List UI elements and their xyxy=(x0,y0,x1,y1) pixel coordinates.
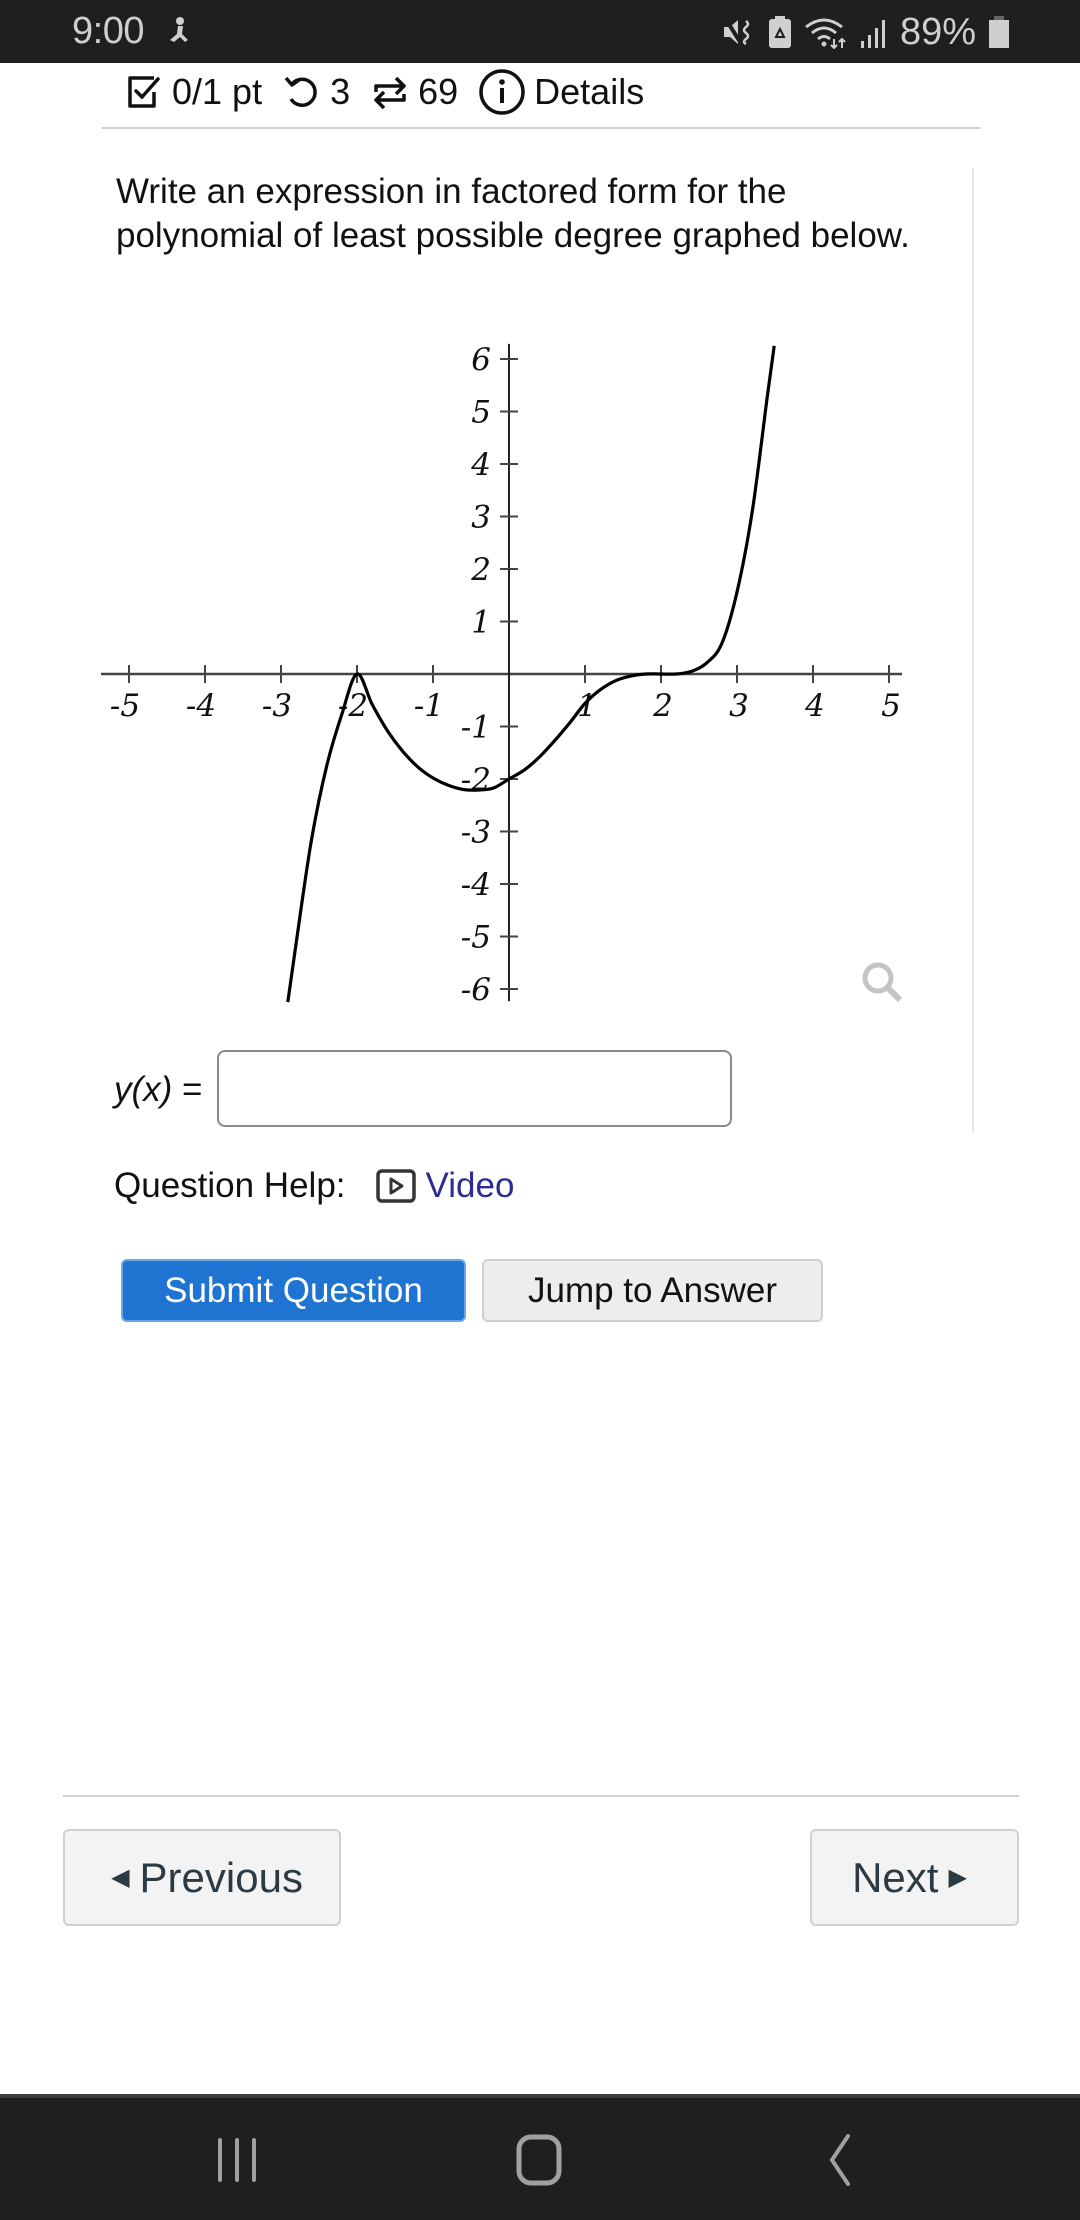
question-help-label: Question Help: xyxy=(114,1166,346,1205)
y-tick-label: -6 xyxy=(461,972,491,1008)
caret-left-icon: ◀ xyxy=(111,1864,130,1891)
android-nav-bar xyxy=(0,2094,1080,2220)
next-button[interactable]: Next ▶ xyxy=(810,1829,1019,1926)
caret-right-icon: ▶ xyxy=(948,1864,967,1891)
video-help-link[interactable]: Video xyxy=(375,1166,515,1206)
header-divider xyxy=(102,127,980,129)
axes xyxy=(101,343,902,1002)
attempts-repeat-icon xyxy=(374,76,406,110)
answer-label: y(x) = xyxy=(114,1070,202,1110)
curve-group xyxy=(286,345,776,1003)
info-icon[interactable] xyxy=(478,68,526,116)
x-tick-label: 3 xyxy=(729,688,749,724)
x-tick-label: 4 xyxy=(804,688,825,724)
retry-icon xyxy=(284,76,317,107)
previous-button[interactable]: ◀ Previous xyxy=(63,1829,341,1926)
y-tick-label: -3 xyxy=(461,815,491,851)
retries-count: 3 xyxy=(330,71,351,112)
x-tick-label: -1 xyxy=(414,688,444,724)
accessibility-icon xyxy=(170,17,188,42)
next-label: Next xyxy=(852,1853,939,1901)
y-tick-label: 6 xyxy=(471,342,491,378)
x-tick-label: 5 xyxy=(881,688,901,724)
y-tick-label: 5 xyxy=(471,395,491,431)
x-tick-label: -3 xyxy=(262,688,292,724)
x-tick-label: 1 xyxy=(577,688,597,724)
mute-vibrate-icon xyxy=(723,16,750,47)
y-tick-label: 2 xyxy=(470,552,491,588)
x-tick-label: -5 xyxy=(110,688,140,724)
score-text: 0/1 pt xyxy=(172,71,263,112)
answer-label-func: y(x) xyxy=(114,1070,173,1109)
video-play-icon xyxy=(375,1169,416,1203)
battery-saver-icon xyxy=(768,16,791,48)
status-icons: 89% xyxy=(722,10,1010,53)
checkbox-score-icon xyxy=(128,76,160,108)
home-icon[interactable] xyxy=(509,2130,569,2190)
question-panel-border xyxy=(972,168,974,1133)
x-tick-label: 2 xyxy=(652,688,673,724)
x-tick-label: -2 xyxy=(338,688,368,724)
answer-label-eq: = xyxy=(172,1070,203,1109)
attempts-count: 69 xyxy=(418,71,459,112)
question-text: Write an expression in factored form for… xyxy=(116,172,910,255)
status-bar: 9:00 89% xyxy=(0,0,1080,63)
recent-apps-icon[interactable] xyxy=(207,2130,267,2190)
submit-question-button[interactable]: Submit Question xyxy=(121,1259,466,1322)
footer-divider xyxy=(63,1795,1019,1797)
video-label: Video xyxy=(425,1166,515,1205)
x-tick-label: -4 xyxy=(186,688,216,724)
previous-label: Previous xyxy=(139,1853,303,1901)
y-tick-label: 1 xyxy=(471,605,491,641)
zoom-graph-icon[interactable] xyxy=(858,958,906,1006)
jump-to-answer-button[interactable]: Jump to Answer xyxy=(482,1259,823,1322)
ticks: -5 -4 -3 -2 -1 1 2 3 4 5 -6 -5 -4 -3 -2 -1 1 2 3 4 5 6 xyxy=(110,342,901,1008)
y-tick-label: -2 xyxy=(461,762,491,798)
battery-icon xyxy=(989,16,1009,48)
question-header: 0/1 pt 3 69 Details xyxy=(124,66,664,118)
signal-icon xyxy=(860,20,885,48)
polynomial-graph: -5 -4 -3 -2 -1 1 2 3 4 5 -6 -5 -4 -3 -2 -1 1 2 3 4 5 6 xyxy=(101,342,902,1008)
y-tick-label: 4 xyxy=(470,447,491,483)
polynomial-curve xyxy=(286,345,776,1003)
answer-input[interactable] xyxy=(217,1050,732,1127)
y-tick-label: -1 xyxy=(461,710,491,746)
battery-percent: 89% xyxy=(899,10,976,53)
back-icon[interactable] xyxy=(812,2130,872,2190)
details-link[interactable]: Details xyxy=(534,71,644,113)
wifi-icon xyxy=(805,18,846,49)
status-time: 9:00 xyxy=(72,10,144,52)
y-tick-label: 3 xyxy=(471,500,491,536)
y-tick-label: -4 xyxy=(461,867,491,903)
y-tick-label: -5 xyxy=(461,920,491,956)
question-help: Question Help: Video xyxy=(114,1166,514,1206)
